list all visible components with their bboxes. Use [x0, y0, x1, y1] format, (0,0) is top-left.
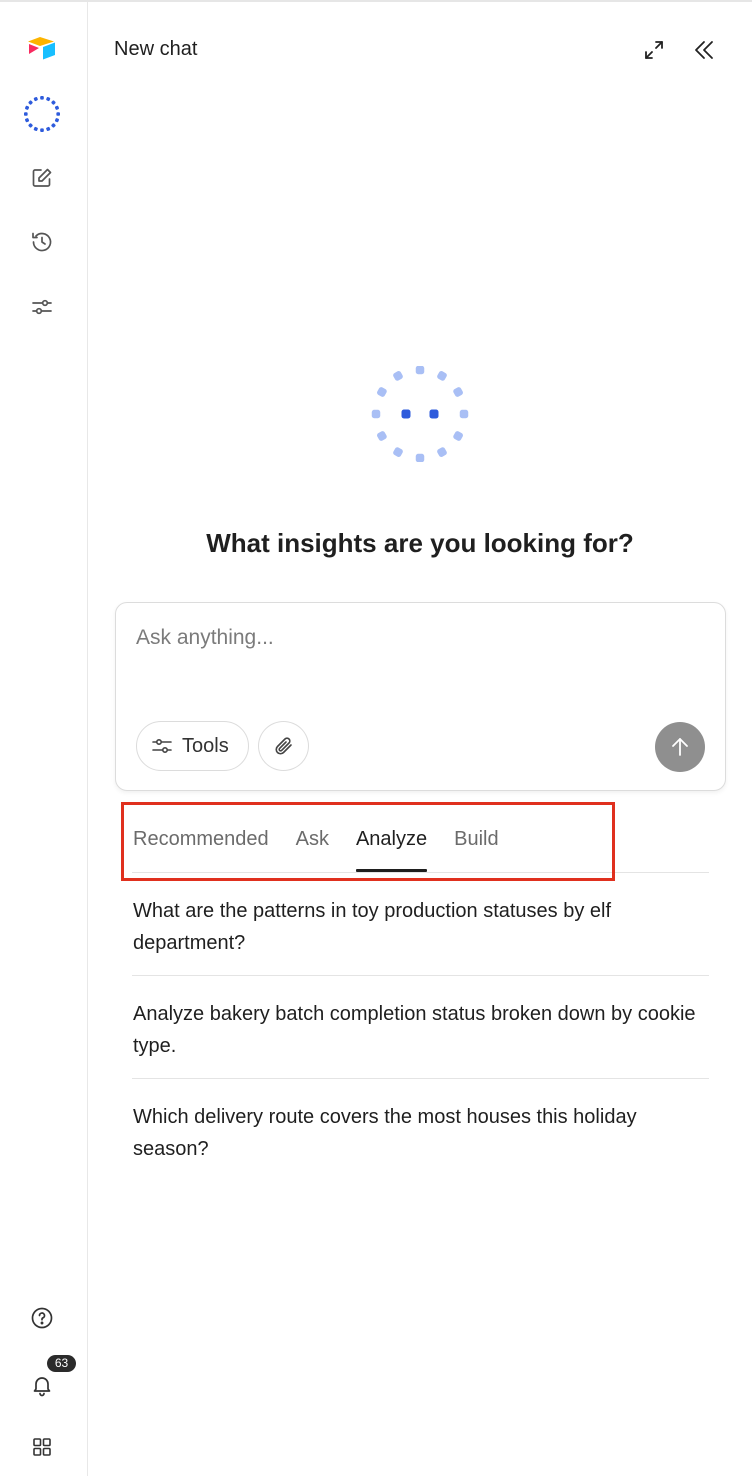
- top-border: [0, 0, 752, 2]
- sliders-icon: [152, 738, 172, 754]
- history-icon[interactable]: [22, 222, 62, 262]
- collapse-panel-icon: [695, 41, 713, 59]
- chat-input[interactable]: [136, 623, 696, 653]
- expand-button[interactable]: [638, 34, 670, 66]
- tools-label: Tools: [182, 734, 229, 757]
- hero-heading: What insights are you looking for?: [206, 528, 634, 558]
- edit-icon[interactable]: [22, 158, 62, 198]
- sliders-icon[interactable]: [22, 287, 62, 327]
- apps-grid-icon[interactable]: [22, 1427, 62, 1467]
- suggestion-item[interactable]: What are the patterns in toy production …: [132, 873, 709, 976]
- page-title: New chat: [114, 38, 198, 60]
- arrow-up-icon: [672, 738, 688, 756]
- suggestion-list: What are the patterns in toy production …: [132, 873, 709, 1182]
- suggestion-item[interactable]: Analyze bakery batch completion status b…: [132, 976, 709, 1079]
- suggestion-item[interactable]: Which delivery route covers the most hou…: [132, 1079, 709, 1182]
- attach-button[interactable]: [258, 721, 309, 771]
- highlight-box: [121, 802, 615, 881]
- chat-composer: Tools: [115, 602, 726, 791]
- ai-spinner-icon[interactable]: [22, 94, 62, 134]
- left-rail: [0, 2, 88, 1476]
- paperclip-icon: [274, 737, 292, 755]
- ai-loading-spinner: [371, 366, 469, 462]
- collapse-panel-button[interactable]: [688, 34, 720, 66]
- tools-button[interactable]: Tools: [136, 721, 249, 771]
- send-button[interactable]: [655, 722, 705, 772]
- airtable-logo[interactable]: [22, 28, 62, 68]
- notification-count-badge: 63: [47, 1355, 76, 1372]
- help-icon[interactable]: [22, 1298, 62, 1338]
- expand-icon: [645, 41, 663, 59]
